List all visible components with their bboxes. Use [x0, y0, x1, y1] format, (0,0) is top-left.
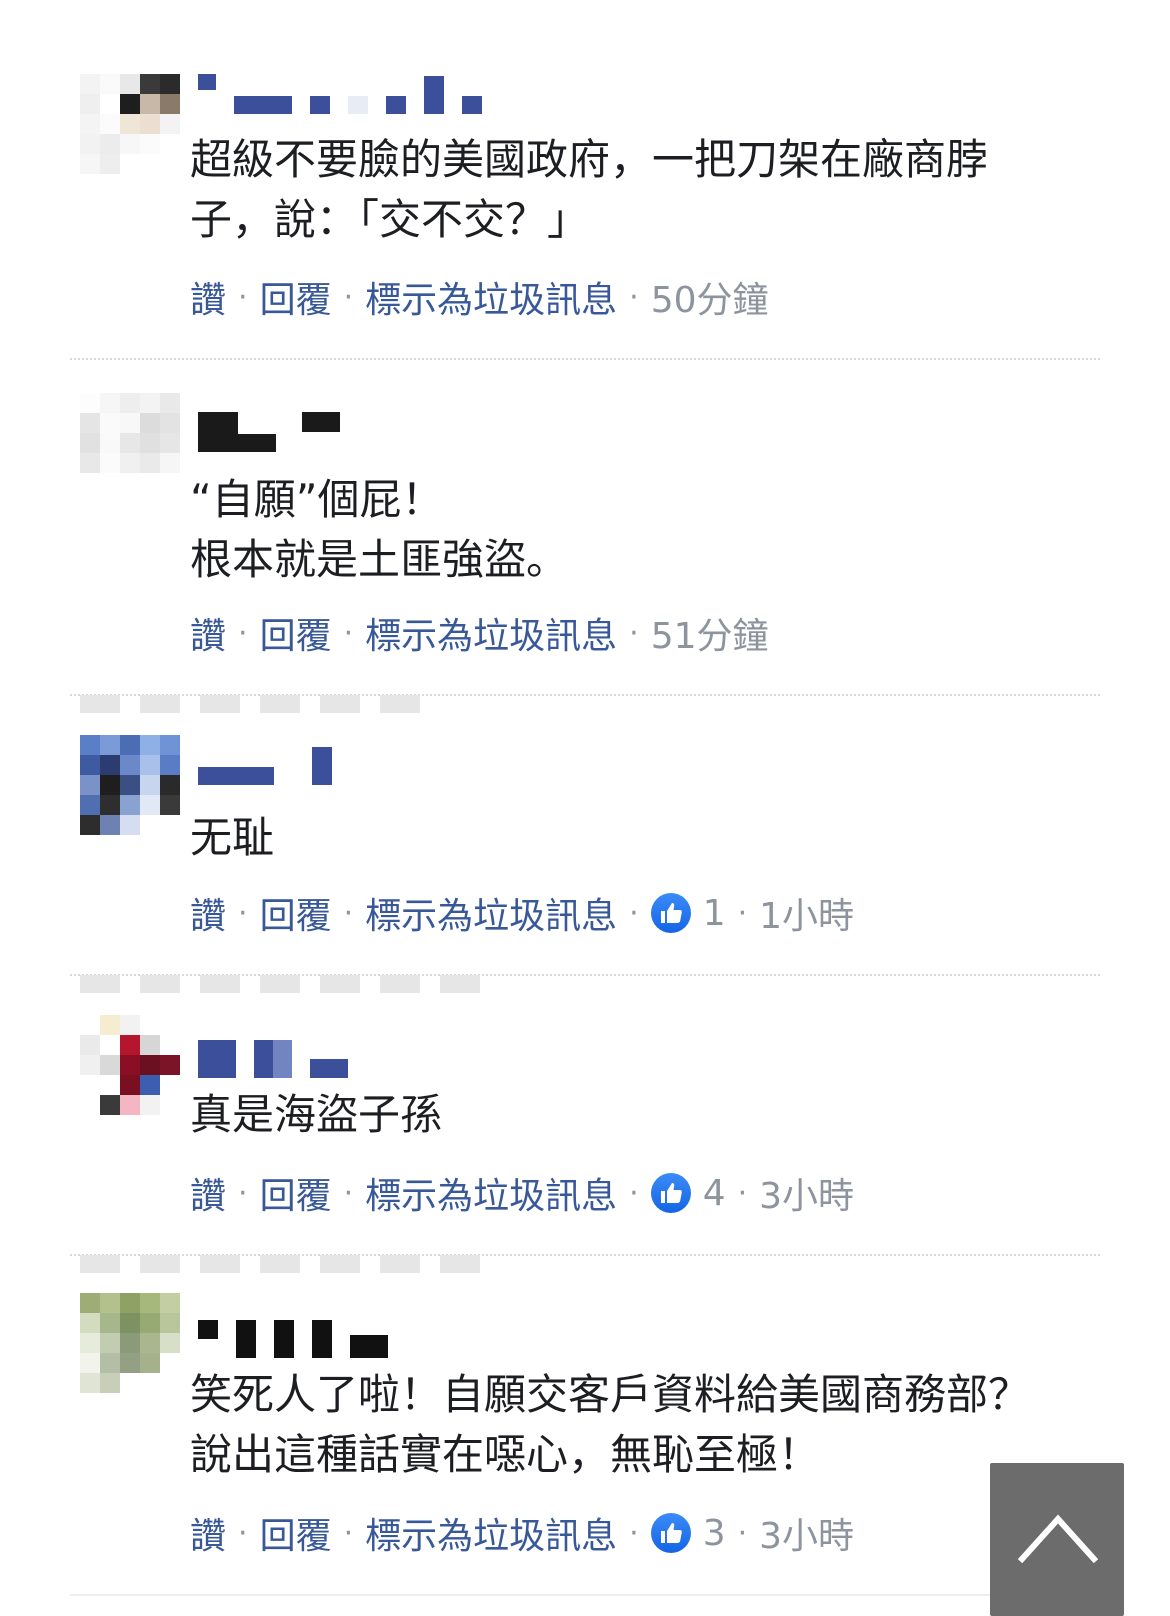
separator-dot: · — [737, 895, 748, 931]
commenter-name-redacted[interactable] — [198, 412, 340, 452]
separator-dot: · — [343, 615, 354, 651]
commenter-name-redacted[interactable] — [198, 1318, 388, 1358]
comment-actions: 讚 · 回覆 · 標示為垃圾訊息 · 1 · 1小時 — [190, 888, 854, 938]
like-link[interactable]: 讚 — [190, 1507, 226, 1559]
timestamp[interactable]: 3小時 — [759, 1167, 854, 1219]
comment-text: 无耻 — [190, 813, 275, 862]
timestamp[interactable]: 3小時 — [759, 1507, 854, 1559]
separator-dot: · — [343, 279, 354, 315]
mark-spam-link[interactable]: 標示為垃圾訊息 — [365, 1167, 617, 1219]
comment-actions: 讚 · 回覆 · 標示為垃圾訊息 · 51分鐘 — [190, 608, 769, 658]
reply-link[interactable]: 回覆 — [260, 1507, 332, 1559]
avatar[interactable] — [80, 1293, 180, 1393]
separator-dot: · — [629, 1175, 639, 1211]
separator-dot: · — [737, 1515, 748, 1551]
comment-text: 真是海盜子孫 — [190, 1090, 443, 1139]
thumbs-up-icon[interactable] — [650, 893, 691, 933]
comment-divider — [70, 1594, 1100, 1596]
redacted-row — [80, 1255, 480, 1273]
separator-dot: · — [629, 615, 639, 651]
separator-dot: · — [238, 615, 248, 651]
like-link[interactable]: 讚 — [190, 607, 226, 659]
timestamp[interactable]: 50分鐘 — [651, 271, 769, 323]
comment-actions: 讚 · 回覆 · 標示為垃圾訊息 · 50分鐘 — [190, 272, 769, 322]
redacted-row — [80, 975, 480, 993]
like-link[interactable]: 讚 — [190, 271, 226, 323]
avatar[interactable] — [80, 1015, 180, 1115]
reply-link[interactable]: 回覆 — [260, 887, 332, 939]
separator-dot: · — [238, 895, 248, 931]
separator-dot: · — [238, 279, 248, 315]
commenter-name-redacted[interactable] — [198, 1038, 348, 1078]
mark-spam-link[interactable]: 標示為垃圾訊息 — [365, 271, 617, 323]
reaction-count[interactable]: 3 — [703, 1513, 726, 1554]
timestamp[interactable]: 51分鐘 — [651, 607, 769, 659]
separator-dot: · — [343, 1515, 354, 1551]
separator-dot: · — [629, 279, 639, 315]
mark-spam-link[interactable]: 標示為垃圾訊息 — [365, 1507, 617, 1559]
thumbs-up-icon[interactable] — [650, 1513, 691, 1553]
thumbs-up-icon[interactable] — [650, 1173, 691, 1213]
comment-text: 超級不要臉的美國政府，一把刀架在廠商脖 子，說：「交不交？」 — [190, 135, 989, 244]
comment-actions: 讚 · 回覆 · 標示為垃圾訊息 · 4 · 3小時 — [190, 1168, 854, 1218]
commenter-name-redacted[interactable] — [198, 745, 332, 785]
comment-divider — [70, 358, 1100, 360]
like-link[interactable]: 讚 — [190, 887, 226, 939]
separator-dot: · — [343, 1175, 354, 1211]
reply-link[interactable]: 回覆 — [260, 1167, 332, 1219]
reaction-count[interactable]: 4 — [703, 1173, 726, 1214]
separator-dot: · — [238, 1515, 248, 1551]
avatar[interactable] — [80, 393, 180, 493]
avatar[interactable] — [80, 74, 180, 174]
reply-link[interactable]: 回覆 — [260, 607, 332, 659]
reply-link[interactable]: 回覆 — [260, 271, 332, 323]
comment-text: “自願”個屁！ 根本就是土匪強盜。 — [190, 475, 569, 584]
like-link[interactable]: 讚 — [190, 1167, 226, 1219]
reaction-count[interactable]: 1 — [703, 893, 726, 934]
separator-dot: · — [238, 1175, 248, 1211]
separator-dot: · — [343, 895, 354, 931]
scroll-to-top-button[interactable] — [990, 1463, 1124, 1616]
mark-spam-link[interactable]: 標示為垃圾訊息 — [365, 887, 617, 939]
mark-spam-link[interactable]: 標示為垃圾訊息 — [365, 607, 617, 659]
separator-dot: · — [737, 1175, 748, 1211]
separator-dot: · — [629, 895, 639, 931]
redacted-row — [80, 695, 420, 713]
avatar[interactable] — [80, 735, 180, 835]
comment-text: 笑死人了啦！自願交客戶資料給美國商務部？ 說出這種話實在噁心，無恥至極！ — [190, 1370, 1031, 1479]
commenter-name-redacted[interactable] — [198, 74, 482, 114]
comment-actions: 讚 · 回覆 · 標示為垃圾訊息 · 3 · 3小時 — [190, 1508, 854, 1558]
timestamp[interactable]: 1小時 — [759, 887, 854, 939]
separator-dot: · — [629, 1515, 639, 1551]
chevron-up-icon — [1018, 1514, 1098, 1563]
